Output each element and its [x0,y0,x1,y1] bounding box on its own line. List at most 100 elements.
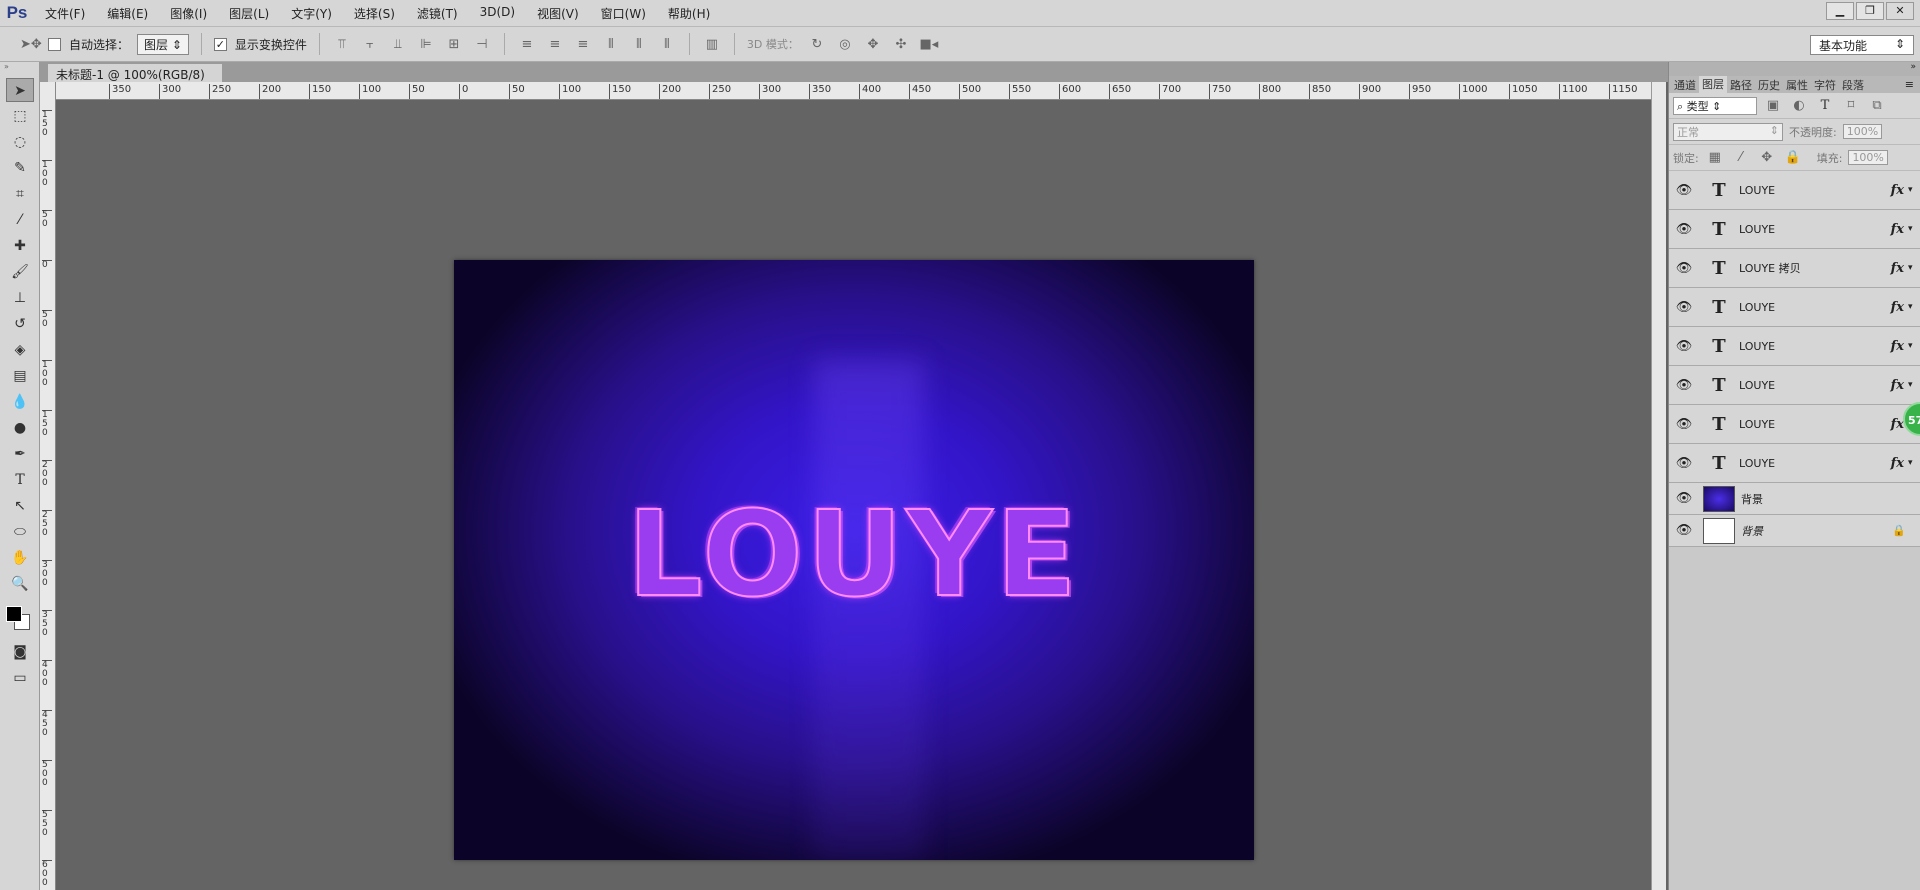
distribute-top-icon[interactable]: ≡ [517,37,537,52]
distribute-right-icon[interactable]: ⦀ [657,37,677,52]
panel-collapse-icon[interactable]: » [1669,62,1920,76]
lasso-tool[interactable]: ◌ [6,130,34,154]
hand-tool[interactable]: ✋ [6,546,34,570]
minimize-button[interactable]: ▁ [1826,2,1854,20]
move-tool-icon[interactable]: ➤✥ [20,37,42,52]
opacity-field[interactable]: 100% [1842,124,1883,139]
type-tool[interactable]: T [6,468,34,492]
auto-align-icon[interactable]: ▥ [702,37,722,52]
panel-tab[interactable]: 图层 [1699,76,1727,93]
align-top-icon[interactable]: ⫪ [332,37,352,52]
3d-scale-icon[interactable]: ■◂ [919,37,939,52]
panel-tab[interactable]: 属性 [1783,77,1811,93]
healing-brush-tool[interactable]: ✚ [6,234,34,258]
menu-item[interactable]: 帮助(H) [657,5,721,22]
blur-tool[interactable]: 💧 [6,390,34,414]
auto-select-checkbox[interactable] [48,37,61,51]
menu-item[interactable]: 3D(D) [469,5,526,22]
layer-row[interactable]: 👁 背景 🔒 [1669,515,1920,547]
visibility-eye-icon[interactable]: 👁 [1669,300,1699,315]
menu-item[interactable]: 文字(Y) [280,5,343,22]
restore-button[interactable]: ❐ [1856,2,1884,20]
visibility-eye-icon[interactable]: 👁 [1669,183,1699,198]
filter-type-icon[interactable]: T [1815,98,1835,113]
quick-select-tool[interactable]: ✎ [6,156,34,180]
filter-adjustment-icon[interactable]: ◐ [1789,98,1809,113]
distribute-hcenter-icon[interactable]: ⦀ [629,37,649,52]
expand-effects-icon[interactable]: ▾ [1908,224,1920,234]
distribute-vcenter-icon[interactable]: ≡ [545,37,565,52]
auto-select-target-dropdown[interactable]: 图层 ⇕ [137,33,189,55]
menu-item[interactable]: 窗口(W) [590,5,657,22]
3d-pan-icon[interactable]: ✥ [863,37,883,52]
foreground-color[interactable] [6,606,22,622]
expand-effects-icon[interactable]: ▾ [1908,263,1920,273]
eraser-tool[interactable]: ◈ [6,338,34,362]
menu-item[interactable]: 图像(I) [159,5,218,22]
align-right-icon[interactable]: ⊣ [472,37,492,52]
filter-pixel-icon[interactable]: ▣ [1763,98,1783,113]
visibility-eye-icon[interactable]: 👁 [1669,261,1699,276]
layer-effects-icon[interactable]: fx [1891,339,1904,354]
gradient-tool[interactable]: ▤ [6,364,34,388]
marquee-tool[interactable]: ⬚ [6,104,34,128]
workspace-dropdown[interactable]: 基本功能 ⇕ [1810,35,1914,55]
visibility-eye-icon[interactable]: 👁 [1669,456,1699,471]
layer-row[interactable]: 👁TLOUYEfx▾ [1669,210,1920,249]
quick-mask-icon[interactable]: ◙ [6,640,34,664]
path-select-tool[interactable]: ↖ [6,494,34,518]
panel-tab[interactable]: 路径 [1727,77,1755,93]
document-tab[interactable]: 未标题-1 @ 100%(RGB/8) * × [48,64,222,97]
3d-rotate-icon[interactable]: ↻ [807,37,827,52]
menu-item[interactable]: 视图(V) [526,5,590,22]
panel-tab[interactable]: 通道 [1671,77,1699,93]
3d-roll-icon[interactable]: ◎ [835,37,855,52]
menu-item[interactable]: 图层(L) [218,5,280,22]
lock-position-icon[interactable]: ✥ [1757,150,1777,165]
align-left-icon[interactable]: ⊫ [416,37,436,52]
align-hcenter-icon[interactable]: ⊞ [444,37,464,52]
align-bottom-icon[interactable]: ⫫ [388,37,408,52]
fill-field[interactable]: 100% [1848,150,1888,165]
align-vcenter-icon[interactable]: ⫟ [360,37,380,52]
layer-effects-icon[interactable]: fx [1891,222,1904,237]
close-button[interactable]: ✕ [1886,2,1914,20]
menu-item[interactable]: 选择(S) [343,5,406,22]
expand-effects-icon[interactable]: ▾ [1908,185,1920,195]
layer-row[interactable]: 👁 背景 [1669,483,1920,515]
panel-tab[interactable]: 历史 [1755,77,1783,93]
visibility-eye-icon[interactable]: 👁 [1669,339,1699,354]
screen-mode-icon[interactable]: ▭ [6,666,34,690]
crop-tool[interactable]: ⌗ [6,182,34,206]
panel-menu-icon[interactable]: ≡ [1905,78,1914,91]
layer-effects-icon[interactable]: fx [1891,183,1904,198]
document-canvas[interactable]: LOUYE [454,260,1254,860]
eyedropper-tool[interactable]: ⁄ [6,208,34,232]
filter-shape-icon[interactable]: ⌑ [1841,98,1861,113]
layer-row[interactable]: 👁TLOUYEfx▾ [1669,171,1920,210]
layer-row[interactable]: 👁TLOUYEfx▾ [1669,405,1920,444]
dodge-tool[interactable]: ● [6,416,34,440]
layer-row[interactable]: 👁TLOUYEfx▾ [1669,288,1920,327]
visibility-eye-icon[interactable]: 👁 [1669,523,1699,538]
filter-type-dropdown[interactable]: ⌕ 类型 ⇕ [1673,96,1757,115]
lock-pixels-icon[interactable]: ⁄ [1731,150,1751,165]
clone-stamp-tool[interactable]: ⊥ [6,286,34,310]
visibility-eye-icon[interactable]: 👁 [1669,491,1699,506]
layer-row[interactable]: 👁TLOUYEfx▾ [1669,366,1920,405]
menu-item[interactable]: 编辑(E) [96,5,159,22]
layer-row[interactable]: 👁 T LOUYE 拷贝 fx ▾ [1669,249,1920,288]
visibility-eye-icon[interactable]: 👁 [1669,222,1699,237]
layer-effects-icon[interactable]: fx [1891,300,1904,315]
layer-row[interactable]: 👁TLOUYEfx▾ [1669,327,1920,366]
expand-effects-icon[interactable]: ▾ [1908,380,1920,390]
menu-item[interactable]: 滤镜(T) [406,5,469,22]
show-transform-checkbox[interactable]: ✓ [213,37,227,51]
move-tool[interactable]: ➤ [6,78,34,102]
history-brush-tool[interactable]: ↺ [6,312,34,336]
panel-collapse-icon[interactable]: » [0,62,39,76]
blend-mode-dropdown[interactable]: 正常 ⇕ [1673,122,1783,141]
filter-smart-object-icon[interactable]: ⧉ [1867,98,1887,113]
lock-all-icon[interactable]: 🔒 [1783,150,1803,165]
visibility-eye-icon[interactable]: 👁 [1669,378,1699,393]
